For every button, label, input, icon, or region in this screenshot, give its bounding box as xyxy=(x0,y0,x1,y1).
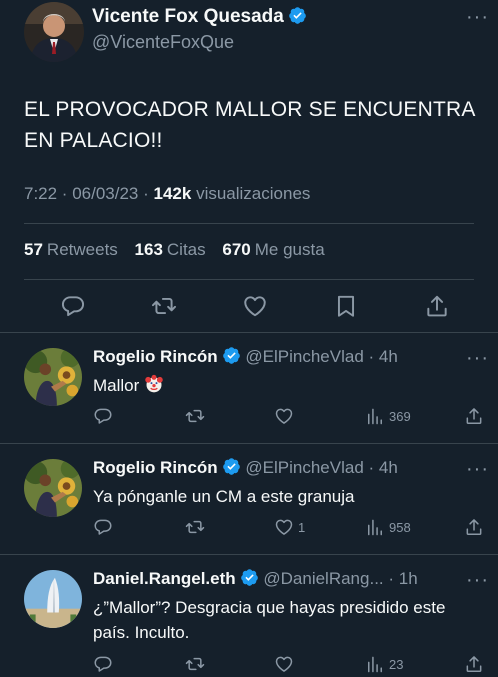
share-icon[interactable] xyxy=(464,405,488,427)
like-icon[interactable]: 1 xyxy=(274,516,305,538)
share-icon[interactable] xyxy=(424,293,450,319)
author-handle[interactable]: @VicenteFoxQue xyxy=(92,32,234,53)
tweet-timestamp[interactable]: 7:22 · 06/03/23 · xyxy=(24,184,149,203)
quotes-stat[interactable]: 163 Citas xyxy=(135,240,206,259)
reply-author-handle[interactable]: @DanielRang... xyxy=(263,569,383,588)
reply-author-name[interactable]: Daniel.Rangel.eth xyxy=(93,569,236,588)
reply-author-handle[interactable]: @ElPincheVlad xyxy=(245,458,363,477)
likes-count: 670 xyxy=(222,240,251,259)
views-count: 369 xyxy=(389,408,411,424)
quotes-label: Citas xyxy=(166,240,206,259)
views-count: 142k xyxy=(153,184,192,203)
retweet-icon[interactable] xyxy=(185,516,209,538)
more-options-icon[interactable]: ··· xyxy=(466,459,489,479)
more-options-icon[interactable]: ··· xyxy=(466,570,489,590)
reply-header: Rogelio Rincón @ElPincheVlad · 4h xyxy=(93,457,398,478)
reply-icon[interactable] xyxy=(93,653,117,675)
reply-time[interactable]: · 1h xyxy=(388,569,417,588)
author-name-text[interactable]: Vicente Fox Quesada xyxy=(92,6,284,27)
verified-badge-icon xyxy=(240,568,259,587)
like-icon[interactable] xyxy=(242,293,268,319)
retweet-icon[interactable] xyxy=(185,405,209,427)
retweets-count: 57 xyxy=(24,240,43,259)
reply-header: Daniel.Rangel.eth @DanielRang... · 1h xyxy=(93,568,418,589)
like-count: 1 xyxy=(298,519,306,535)
retweets-label: Retweets xyxy=(46,240,118,259)
author-avatar[interactable] xyxy=(24,2,84,62)
views-icon[interactable]: 958 xyxy=(365,516,411,538)
retweet-icon[interactable] xyxy=(151,293,177,319)
main-tweet: Vicente Fox Quesada @VicenteFoxQue ··· E… xyxy=(0,0,498,333)
share-icon[interactable] xyxy=(464,516,488,538)
quotes-count: 163 xyxy=(134,240,163,259)
like-icon[interactable] xyxy=(274,653,298,675)
verified-badge-icon xyxy=(288,6,307,25)
likes-label: Me gusta xyxy=(254,240,325,259)
reply-actions: 23 xyxy=(93,653,488,675)
reply-icon[interactable] xyxy=(93,405,117,427)
views-count: 958 xyxy=(389,519,411,535)
views-count: 23 xyxy=(389,656,404,672)
tweet-text: EL PROVOCADOR MALLOR SE ENCUENTRA EN PAL… xyxy=(24,98,475,152)
reply-tweet[interactable]: Rogelio Rincón @ElPincheVlad · 4h ··· Ma… xyxy=(0,333,498,444)
verified-badge-icon xyxy=(222,346,241,365)
reply-text: Ya pónganle un CM a este granuja xyxy=(93,487,355,506)
divider xyxy=(24,223,474,224)
like-icon[interactable] xyxy=(274,405,298,427)
engagement-stats: 57 Retweets 163 Citas 670 Me gusta xyxy=(24,240,337,260)
reply-avatar[interactable] xyxy=(24,459,82,517)
reply-text-content: Mallor xyxy=(93,376,140,395)
reply-tweet[interactable]: Daniel.Rangel.eth @DanielRang... · 1h ··… xyxy=(0,555,498,677)
more-options-icon[interactable]: ··· xyxy=(466,348,489,368)
reply-author-name[interactable]: Rogelio Rincón xyxy=(93,458,218,477)
views-label: visualizaciones xyxy=(196,184,311,203)
retweet-icon[interactable] xyxy=(185,653,209,675)
reply-icon[interactable] xyxy=(60,293,86,319)
reply-time[interactable]: · 4h xyxy=(369,458,398,477)
more-options-icon[interactable]: ··· xyxy=(466,7,489,27)
reply-avatar[interactable] xyxy=(24,348,82,406)
reply-icon[interactable] xyxy=(93,516,117,538)
views-icon[interactable]: 23 xyxy=(365,653,403,675)
author-name[interactable]: Vicente Fox Quesada xyxy=(92,6,307,28)
reply-author-name[interactable]: Rogelio Rincón xyxy=(93,347,218,366)
reply-time[interactable]: · 4h xyxy=(369,347,398,366)
reply-text: Mallor xyxy=(93,373,478,398)
reply-author-handle[interactable]: @ElPincheVlad xyxy=(245,347,363,366)
share-icon[interactable] xyxy=(464,653,488,675)
views-icon[interactable]: 369 xyxy=(365,405,411,427)
divider xyxy=(24,279,474,280)
reply-tweet[interactable]: Rogelio Rincón @ElPincheVlad · 4h ··· Ya… xyxy=(0,444,498,555)
retweets-stat[interactable]: 57 Retweets xyxy=(24,240,118,259)
reply-header: Rogelio Rincón @ElPincheVlad · 4h xyxy=(93,346,398,367)
clown-face-icon xyxy=(145,374,163,393)
likes-stat[interactable]: 670 Me gusta xyxy=(222,240,324,259)
bookmark-icon[interactable] xyxy=(333,293,359,319)
reply-actions: 369 xyxy=(93,405,488,427)
reply-avatar[interactable] xyxy=(24,570,82,628)
reply-text: ¿”Mallor”? Desgracia que hayas presidido… xyxy=(93,598,446,642)
tweet-meta: 7:22 · 06/03/23 · 142k visualizaciones xyxy=(24,184,310,204)
verified-badge-icon xyxy=(222,457,241,476)
reply-actions: 1 958 xyxy=(93,516,488,538)
